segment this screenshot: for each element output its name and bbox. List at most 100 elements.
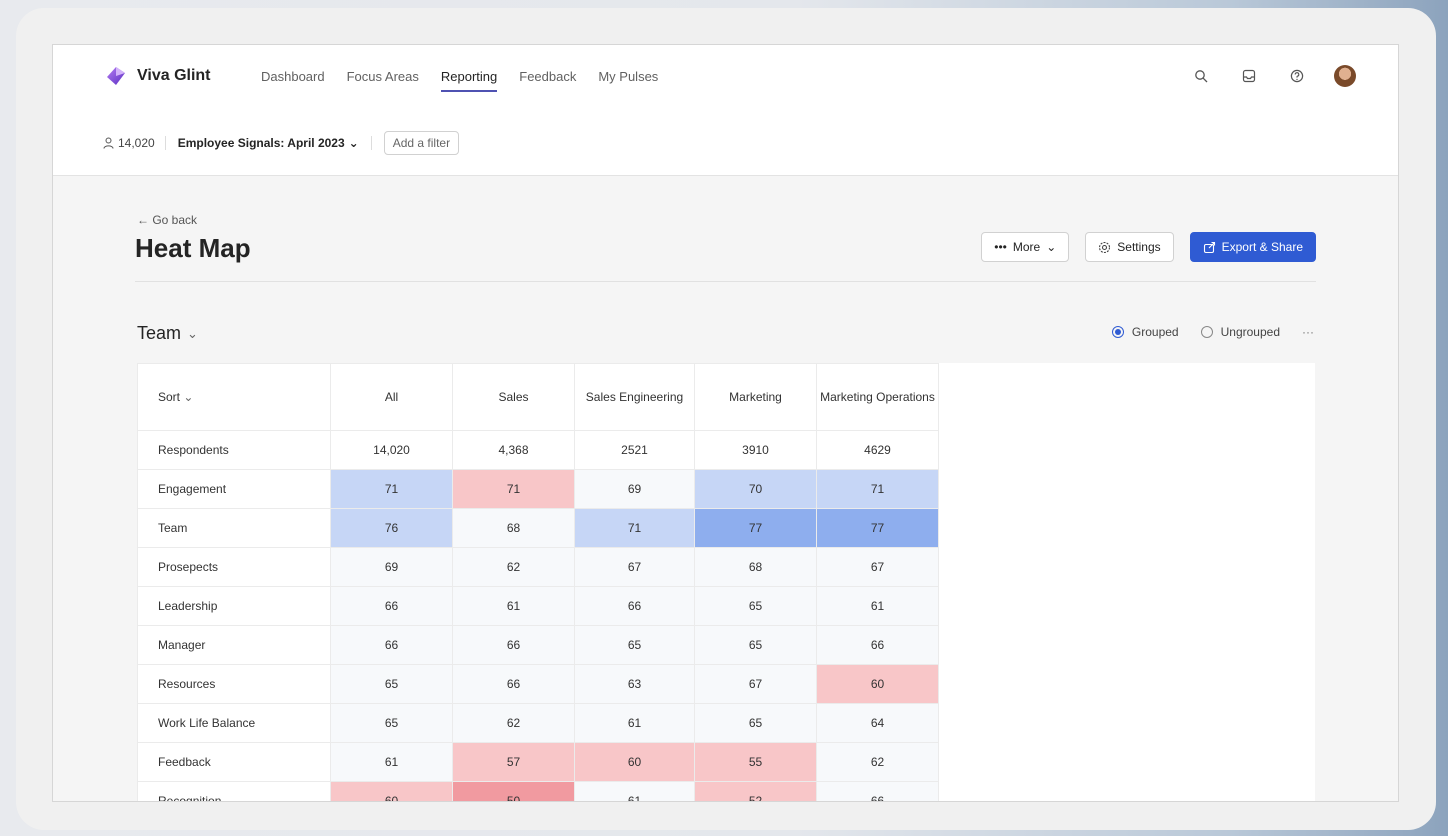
heatmap-cell[interactable]: 60 — [330, 781, 453, 801]
heatmap-cell[interactable]: 68 — [694, 547, 817, 587]
brand[interactable]: Viva Glint — [105, 65, 211, 87]
heatmap-cell[interactable]: 61 — [574, 781, 695, 801]
heatmap-cell[interactable]: 65 — [574, 625, 695, 665]
sort-header[interactable]: Sort ⌄ — [137, 363, 331, 431]
heatmap-cell[interactable]: 65 — [694, 703, 817, 743]
heatmap-cell[interactable]: 67 — [574, 547, 695, 587]
heatmap-cell[interactable]: 77 — [694, 508, 817, 548]
heatmap-cell[interactable]: 50 — [452, 781, 575, 801]
more-button[interactable]: ••• More ⌄ — [981, 232, 1070, 262]
heatmap-cell[interactable]: 63 — [574, 664, 695, 704]
heatmap-table: Sort ⌄ All Sales Sales Engineering Marke… — [137, 363, 939, 801]
column-header[interactable]: Sales — [452, 363, 575, 431]
grouped-radio[interactable]: Grouped — [1111, 325, 1179, 339]
export-share-button[interactable]: Export & Share — [1189, 232, 1316, 262]
heatmap-row: Recognition 60 50 61 52 66 — [137, 781, 939, 801]
heatmap-row: Resources 65 66 63 67 60 — [137, 664, 939, 704]
title-divider — [135, 281, 1316, 282]
heatmap-cell[interactable]: 60 — [816, 664, 939, 704]
search-icon[interactable] — [1190, 65, 1212, 87]
heatmap-cell[interactable]: 66 — [452, 625, 575, 665]
add-filter-button[interactable]: Add a filter — [383, 131, 460, 155]
heatmap-cell[interactable]: 61 — [330, 742, 453, 782]
go-back-link[interactable]: ← Go back — [137, 213, 197, 227]
ellipsis-icon: ••• — [994, 240, 1007, 254]
sort-label: Sort — [158, 390, 181, 404]
heatmap-cell[interactable]: 66 — [330, 586, 453, 626]
respondents-cell: 4629 — [816, 430, 939, 470]
respondents-cell: 2521 — [574, 430, 695, 470]
heatmap-cell[interactable]: 66 — [574, 586, 695, 626]
nav-focus-areas[interactable]: Focus Areas — [347, 69, 419, 92]
heatmap-cell[interactable]: 62 — [452, 703, 575, 743]
heatmap-cell[interactable]: 69 — [330, 547, 453, 587]
nav-my-pulses[interactable]: My Pulses — [598, 69, 658, 92]
heatmap-cell[interactable]: 71 — [330, 469, 453, 509]
heatmap-cell[interactable]: 61 — [574, 703, 695, 743]
grouped-label: Grouped — [1131, 325, 1179, 339]
row-label[interactable]: Engagement — [137, 469, 331, 509]
survey-selector[interactable]: Employee Signals: April 2023 ⌄ — [166, 136, 372, 150]
heatmap-cell[interactable]: 70 — [694, 469, 817, 509]
heatmap-cell[interactable]: 66 — [816, 625, 939, 665]
column-header[interactable]: Marketing — [694, 363, 817, 431]
nav-dashboard[interactable]: Dashboard — [261, 69, 325, 92]
heatmap-cell[interactable]: 76 — [330, 508, 453, 548]
heatmap-cell[interactable]: 66 — [330, 625, 453, 665]
heatmap-cell[interactable]: 71 — [452, 469, 575, 509]
heatmap-cell[interactable]: 60 — [574, 742, 695, 782]
dimension-selector[interactable]: Team ⌄ — [137, 323, 198, 344]
user-avatar[interactable] — [1334, 65, 1356, 87]
dimension-label: Team — [137, 323, 182, 343]
heatmap-cell[interactable]: 62 — [816, 742, 939, 782]
row-label[interactable]: Prosepects — [137, 547, 331, 587]
more-options-icon[interactable]: ··· — [1302, 325, 1314, 339]
heatmap-cell[interactable]: 68 — [452, 508, 575, 548]
heatmap-cell[interactable]: 67 — [816, 547, 939, 587]
share-icon — [1203, 241, 1215, 253]
heatmap-row: Manager 66 66 65 65 66 — [137, 625, 939, 665]
grouping-options: Grouped Ungrouped ··· — [1111, 325, 1314, 339]
heatmap-cell[interactable]: 65 — [330, 703, 453, 743]
heatmap-cell[interactable]: 65 — [694, 625, 817, 665]
nav-reporting[interactable]: Reporting — [440, 69, 498, 92]
heatmap-cell[interactable]: 69 — [574, 469, 695, 509]
row-label[interactable]: Feedback — [137, 742, 331, 782]
heatmap-cell[interactable]: 62 — [452, 547, 575, 587]
viva-glint-logo-icon — [107, 67, 125, 85]
heatmap-cell[interactable]: 55 — [694, 742, 817, 782]
export-share-label: Export & Share — [1221, 240, 1303, 254]
heatmap-cell[interactable]: 66 — [452, 664, 575, 704]
radio-selected-icon — [1111, 326, 1124, 338]
column-header[interactable]: Marketing Operations — [816, 363, 939, 431]
heatmap-container: Sort ⌄ All Sales Sales Engineering Marke… — [137, 363, 1315, 801]
heatmap-cell[interactable]: 65 — [694, 586, 817, 626]
heatmap-cell[interactable]: 71 — [816, 469, 939, 509]
row-label[interactable]: Team — [137, 508, 331, 548]
row-label: Respondents — [137, 430, 331, 470]
heatmap-cell[interactable]: 67 — [694, 664, 817, 704]
heatmap-cell[interactable]: 64 — [816, 703, 939, 743]
heatmap-cell[interactable]: 57 — [452, 742, 575, 782]
heatmap-cell[interactable]: 61 — [452, 586, 575, 626]
heatmap-cell[interactable]: 61 — [816, 586, 939, 626]
row-label[interactable]: Recognition — [137, 781, 331, 801]
inbox-icon[interactable] — [1238, 65, 1260, 87]
row-label[interactable]: Resources — [137, 664, 331, 704]
nav-feedback[interactable]: Feedback — [519, 69, 576, 92]
gear-icon — [1099, 241, 1111, 253]
help-icon[interactable] — [1286, 65, 1308, 87]
respondent-count-value: 14,020 — [118, 136, 155, 150]
row-label[interactable]: Leadership — [137, 586, 331, 626]
column-header[interactable]: Sales Engineering — [574, 363, 695, 431]
heatmap-cell[interactable]: 65 — [330, 664, 453, 704]
ungrouped-radio[interactable]: Ungrouped — [1200, 325, 1280, 339]
heatmap-cell[interactable]: 71 — [574, 508, 695, 548]
heatmap-cell[interactable]: 52 — [694, 781, 817, 801]
row-label[interactable]: Manager — [137, 625, 331, 665]
heatmap-cell[interactable]: 66 — [816, 781, 939, 801]
row-label[interactable]: Work Life Balance — [137, 703, 331, 743]
settings-button[interactable]: Settings — [1085, 232, 1174, 262]
column-header[interactable]: All — [330, 363, 453, 431]
heatmap-cell[interactable]: 77 — [816, 508, 939, 548]
